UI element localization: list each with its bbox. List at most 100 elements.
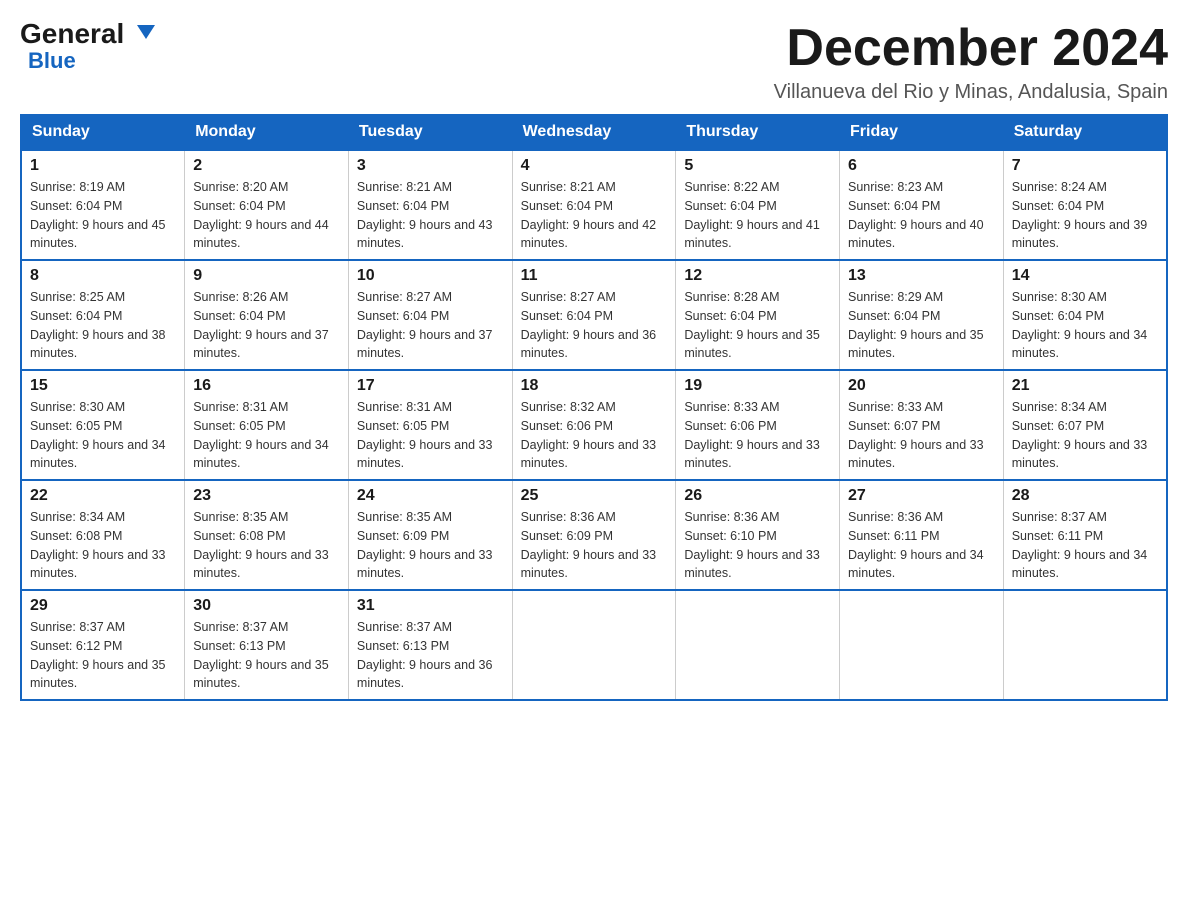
day-cell: 21 Sunrise: 8:34 AMSunset: 6:07 PMDaylig… [1003,370,1167,480]
day-cell [840,590,1004,700]
day-cell: 16 Sunrise: 8:31 AMSunset: 6:05 PMDaylig… [185,370,349,480]
day-cell: 13 Sunrise: 8:29 AMSunset: 6:04 PMDaylig… [840,260,1004,370]
day-cell: 10 Sunrise: 8:27 AMSunset: 6:04 PMDaylig… [348,260,512,370]
day-info: Sunrise: 8:30 AMSunset: 6:04 PMDaylight:… [1012,288,1158,363]
week-row-5: 29 Sunrise: 8:37 AMSunset: 6:12 PMDaylig… [21,590,1167,700]
day-info: Sunrise: 8:25 AMSunset: 6:04 PMDaylight:… [30,288,176,363]
day-info: Sunrise: 8:23 AMSunset: 6:04 PMDaylight:… [848,178,995,253]
day-info: Sunrise: 8:35 AMSunset: 6:09 PMDaylight:… [357,508,504,583]
day-cell: 5 Sunrise: 8:22 AMSunset: 6:04 PMDayligh… [676,150,840,260]
calendar-table: Sunday Monday Tuesday Wednesday Thursday… [20,114,1168,701]
day-cell: 31 Sunrise: 8:37 AMSunset: 6:13 PMDaylig… [348,590,512,700]
day-cell: 18 Sunrise: 8:32 AMSunset: 6:06 PMDaylig… [512,370,676,480]
day-cell: 4 Sunrise: 8:21 AMSunset: 6:04 PMDayligh… [512,150,676,260]
day-number: 5 [684,157,831,175]
week-row-3: 15 Sunrise: 8:30 AMSunset: 6:05 PMDaylig… [21,370,1167,480]
day-info: Sunrise: 8:32 AMSunset: 6:06 PMDaylight:… [521,398,668,473]
day-info: Sunrise: 8:21 AMSunset: 6:04 PMDaylight:… [521,178,668,253]
day-cell: 24 Sunrise: 8:35 AMSunset: 6:09 PMDaylig… [348,480,512,590]
day-cell: 29 Sunrise: 8:37 AMSunset: 6:12 PMDaylig… [21,590,185,700]
day-info: Sunrise: 8:37 AMSunset: 6:13 PMDaylight:… [357,618,504,693]
day-number: 8 [30,267,176,285]
week-row-1: 1 Sunrise: 8:19 AMSunset: 6:04 PMDayligh… [21,150,1167,260]
header-sunday: Sunday [21,115,185,151]
month-title: December 2024 [774,20,1168,77]
day-number: 29 [30,597,176,615]
day-info: Sunrise: 8:27 AMSunset: 6:04 PMDaylight:… [521,288,668,363]
day-cell: 19 Sunrise: 8:33 AMSunset: 6:06 PMDaylig… [676,370,840,480]
day-cell: 25 Sunrise: 8:36 AMSunset: 6:09 PMDaylig… [512,480,676,590]
day-cell: 15 Sunrise: 8:30 AMSunset: 6:05 PMDaylig… [21,370,185,480]
day-info: Sunrise: 8:34 AMSunset: 6:08 PMDaylight:… [30,508,176,583]
day-cell [512,590,676,700]
day-info: Sunrise: 8:37 AMSunset: 6:11 PMDaylight:… [1012,508,1158,583]
day-info: Sunrise: 8:29 AMSunset: 6:04 PMDaylight:… [848,288,995,363]
day-info: Sunrise: 8:27 AMSunset: 6:04 PMDaylight:… [357,288,504,363]
day-number: 4 [521,157,668,175]
day-info: Sunrise: 8:37 AMSunset: 6:13 PMDaylight:… [193,618,340,693]
day-info: Sunrise: 8:24 AMSunset: 6:04 PMDaylight:… [1012,178,1158,253]
day-cell: 11 Sunrise: 8:27 AMSunset: 6:04 PMDaylig… [512,260,676,370]
day-number: 12 [684,267,831,285]
day-cell: 22 Sunrise: 8:34 AMSunset: 6:08 PMDaylig… [21,480,185,590]
day-number: 24 [357,487,504,505]
day-number: 21 [1012,377,1158,395]
day-number: 14 [1012,267,1158,285]
day-cell: 2 Sunrise: 8:20 AMSunset: 6:04 PMDayligh… [185,150,349,260]
day-number: 26 [684,487,831,505]
day-number: 9 [193,267,340,285]
title-section: December 2024 Villanueva del Rio y Minas… [774,20,1168,104]
day-cell: 9 Sunrise: 8:26 AMSunset: 6:04 PMDayligh… [185,260,349,370]
day-number: 27 [848,487,995,505]
day-cell: 6 Sunrise: 8:23 AMSunset: 6:04 PMDayligh… [840,150,1004,260]
day-info: Sunrise: 8:37 AMSunset: 6:12 PMDaylight:… [30,618,176,693]
day-number: 18 [521,377,668,395]
day-number: 1 [30,157,176,175]
day-number: 25 [521,487,668,505]
page-header: General Blue December 2024 Villanueva de… [20,20,1168,104]
day-info: Sunrise: 8:36 AMSunset: 6:09 PMDaylight:… [521,508,668,583]
day-cell: 3 Sunrise: 8:21 AMSunset: 6:04 PMDayligh… [348,150,512,260]
day-cell [1003,590,1167,700]
day-info: Sunrise: 8:28 AMSunset: 6:04 PMDaylight:… [684,288,831,363]
logo-blue-text: Blue [28,48,76,73]
day-number: 6 [848,157,995,175]
day-info: Sunrise: 8:31 AMSunset: 6:05 PMDaylight:… [193,398,340,473]
day-info: Sunrise: 8:33 AMSunset: 6:07 PMDaylight:… [848,398,995,473]
day-number: 11 [521,267,668,285]
day-cell: 8 Sunrise: 8:25 AMSunset: 6:04 PMDayligh… [21,260,185,370]
day-info: Sunrise: 8:22 AMSunset: 6:04 PMDaylight:… [684,178,831,253]
week-row-4: 22 Sunrise: 8:34 AMSunset: 6:08 PMDaylig… [21,480,1167,590]
header-wednesday: Wednesday [512,115,676,151]
day-info: Sunrise: 8:33 AMSunset: 6:06 PMDaylight:… [684,398,831,473]
header-friday: Friday [840,115,1004,151]
day-cell: 17 Sunrise: 8:31 AMSunset: 6:05 PMDaylig… [348,370,512,480]
day-info: Sunrise: 8:26 AMSunset: 6:04 PMDaylight:… [193,288,340,363]
header-thursday: Thursday [676,115,840,151]
day-info: Sunrise: 8:36 AMSunset: 6:11 PMDaylight:… [848,508,995,583]
day-cell: 14 Sunrise: 8:30 AMSunset: 6:04 PMDaylig… [1003,260,1167,370]
day-info: Sunrise: 8:21 AMSunset: 6:04 PMDaylight:… [357,178,504,253]
day-info: Sunrise: 8:20 AMSunset: 6:04 PMDaylight:… [193,178,340,253]
day-info: Sunrise: 8:34 AMSunset: 6:07 PMDaylight:… [1012,398,1158,473]
week-row-2: 8 Sunrise: 8:25 AMSunset: 6:04 PMDayligh… [21,260,1167,370]
day-cell: 26 Sunrise: 8:36 AMSunset: 6:10 PMDaylig… [676,480,840,590]
day-number: 23 [193,487,340,505]
day-number: 28 [1012,487,1158,505]
logo-arrow-icon [137,25,155,43]
day-info: Sunrise: 8:30 AMSunset: 6:05 PMDaylight:… [30,398,176,473]
day-number: 7 [1012,157,1158,175]
day-number: 19 [684,377,831,395]
day-cell: 27 Sunrise: 8:36 AMSunset: 6:11 PMDaylig… [840,480,1004,590]
header-monday: Monday [185,115,349,151]
day-number: 30 [193,597,340,615]
day-cell: 20 Sunrise: 8:33 AMSunset: 6:07 PMDaylig… [840,370,1004,480]
day-number: 17 [357,377,504,395]
day-info: Sunrise: 8:31 AMSunset: 6:05 PMDaylight:… [357,398,504,473]
day-number: 31 [357,597,504,615]
day-number: 22 [30,487,176,505]
day-cell: 30 Sunrise: 8:37 AMSunset: 6:13 PMDaylig… [185,590,349,700]
day-cell [676,590,840,700]
day-number: 3 [357,157,504,175]
day-number: 20 [848,377,995,395]
